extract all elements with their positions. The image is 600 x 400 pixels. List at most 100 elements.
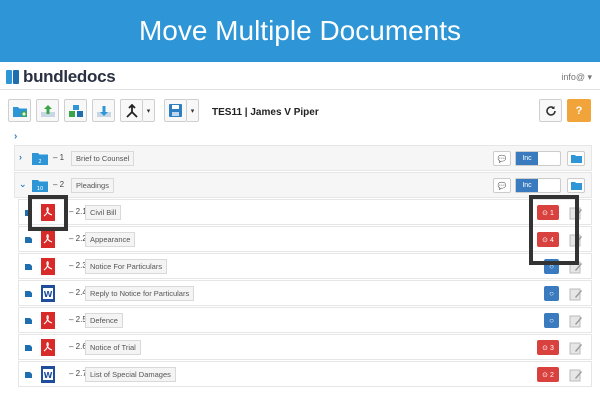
upload-button[interactable] [36,99,59,122]
download-icon [96,105,111,117]
download-button[interactable] [92,99,115,122]
edit-icon[interactable] [569,341,583,355]
refresh-icon [545,105,556,116]
components-button[interactable] [64,99,87,122]
folder-icon [570,182,582,190]
status-badge[interactable]: ⊙ 2 [537,367,559,382]
status-circle-icon: ○ [549,262,554,271]
status-count: ⊙ 4 [542,236,554,244]
document-row[interactable]: W – 2.7 List of Special Damages ⊙ 2 [18,361,592,387]
bundledocs-logo[interactable]: bundledocs [6,67,116,87]
save-button[interactable] [164,99,187,122]
folder-icon [570,155,582,163]
folder-action-button[interactable] [567,178,585,193]
document-type-icon [25,237,32,243]
tutorial-banner: Move Multiple Documents [0,0,600,62]
upload-icon [40,104,55,117]
edit-icon[interactable] [569,233,583,247]
save-icon [169,104,182,117]
section-number: – 2 [53,180,65,189]
document-row[interactable]: – 2.6 Notice of Trial ⊙ 3 [18,334,592,360]
folder-badge: 2 [38,159,41,165]
document-title[interactable]: List of Special Damages [85,367,176,382]
comment-icon: 💬 [497,182,507,190]
document-title[interactable]: Appearance [85,232,136,247]
document-row[interactable]: – 2.1 Civil Bill ⊙ 1 [18,199,592,225]
pdf-icon[interactable] [41,339,55,356]
cubes-icon [68,104,83,117]
toolbar: ▾ ▾ TES11 | James V Piper ? [0,91,600,131]
document-title[interactable]: Notice of Trial [85,340,141,355]
comment-button[interactable]: 💬 [493,151,511,166]
document-title[interactable]: Notice For Particulars [85,259,168,274]
logo-text: bundledocs [23,67,116,86]
section-number: – 1 [53,153,65,162]
banner-title: Move Multiple Documents [138,15,462,46]
status-count: ⊙ 1 [542,209,554,217]
root-expand-chevron[interactable]: › [14,131,17,142]
status-badge[interactable]: ○ [544,286,559,301]
include-toggle-on: Inc [516,152,538,165]
section-title[interactable]: Pleadings [71,178,114,193]
document-title[interactable]: Reply to Notice for Particulars [85,286,195,301]
pdf-icon[interactable] [41,312,55,329]
new-folder-button[interactable] [8,99,31,122]
document-row[interactable]: W – 2.4 Reply to Notice for Particulars … [18,280,592,306]
svg-text:W: W [44,371,53,380]
comment-button[interactable]: 💬 [493,178,511,193]
status-badge[interactable]: ○ [544,313,559,328]
expand-chevron-icon[interactable]: › [19,152,22,162]
status-count: ⊙ 2 [542,371,554,379]
collapse-chevron-icon[interactable]: ⌄ [19,179,27,190]
word-icon[interactable]: W [41,285,55,302]
include-toggle-on: Inc [516,179,538,192]
document-type-icon [25,318,32,324]
document-type-icon [25,291,32,297]
help-button[interactable]: ? [567,99,591,122]
new-folder-icon [12,106,27,117]
document-row[interactable]: – 2.2 Appearance ⊙ 4 [18,226,592,252]
refresh-button[interactable] [539,99,562,122]
status-badge[interactable]: ⊙ 3 [537,340,559,355]
document-row[interactable]: – 2.3 Notice For Particulars ○ [18,253,592,279]
merge-icon [125,103,138,118]
case-title: TES11 | James V Piper [212,107,319,118]
edit-icon[interactable] [569,206,583,220]
document-title[interactable]: Defence [85,313,123,328]
section-row-2[interactable]: ⌄ 10 – 2 Pleadings 💬 Inc [14,172,592,198]
word-icon[interactable]: W [41,366,55,383]
edit-icon[interactable] [569,287,583,301]
status-badge[interactable]: ⊙ 4 [537,232,559,247]
folder-action-button[interactable] [567,151,585,166]
document-row[interactable]: – 2.5 Defence ○ [18,307,592,333]
folder-icon: 2 [32,153,48,165]
folder-open-icon: 10 [32,180,48,192]
section-title[interactable]: Brief to Counsel [71,151,135,166]
include-toggle[interactable]: Inc [515,151,561,166]
merge-dropdown-caret[interactable]: ▾ [143,99,155,122]
section-row-1[interactable]: › 2 – 1 Brief to Counsel 💬 Inc [14,145,592,171]
pdf-icon[interactable] [41,204,55,221]
edit-icon[interactable] [569,314,583,328]
document-type-icon [25,345,32,351]
document-type-icon [25,372,32,378]
user-menu[interactable]: info@ ▾ [561,72,592,83]
folder-badge: 10 [37,186,43,192]
document-title[interactable]: Civil Bill [85,205,122,220]
save-dropdown-caret[interactable]: ▾ [187,99,199,122]
document-type-icon [25,210,32,216]
document-type-icon [25,264,32,270]
edit-icon[interactable] [569,368,583,382]
comment-icon: 💬 [497,155,507,163]
status-badge[interactable]: ⊙ 1 [537,205,559,220]
svg-text:W: W [44,290,53,299]
include-toggle[interactable]: Inc [515,178,561,193]
edit-icon[interactable] [569,260,583,274]
logo-icon [6,70,19,84]
merge-button[interactable] [120,99,143,122]
status-badge[interactable]: ○ [544,259,559,274]
status-circle-icon: ○ [549,316,554,325]
pdf-icon[interactable] [41,258,55,275]
status-count: ⊙ 3 [542,344,554,352]
pdf-icon[interactable] [41,231,55,248]
